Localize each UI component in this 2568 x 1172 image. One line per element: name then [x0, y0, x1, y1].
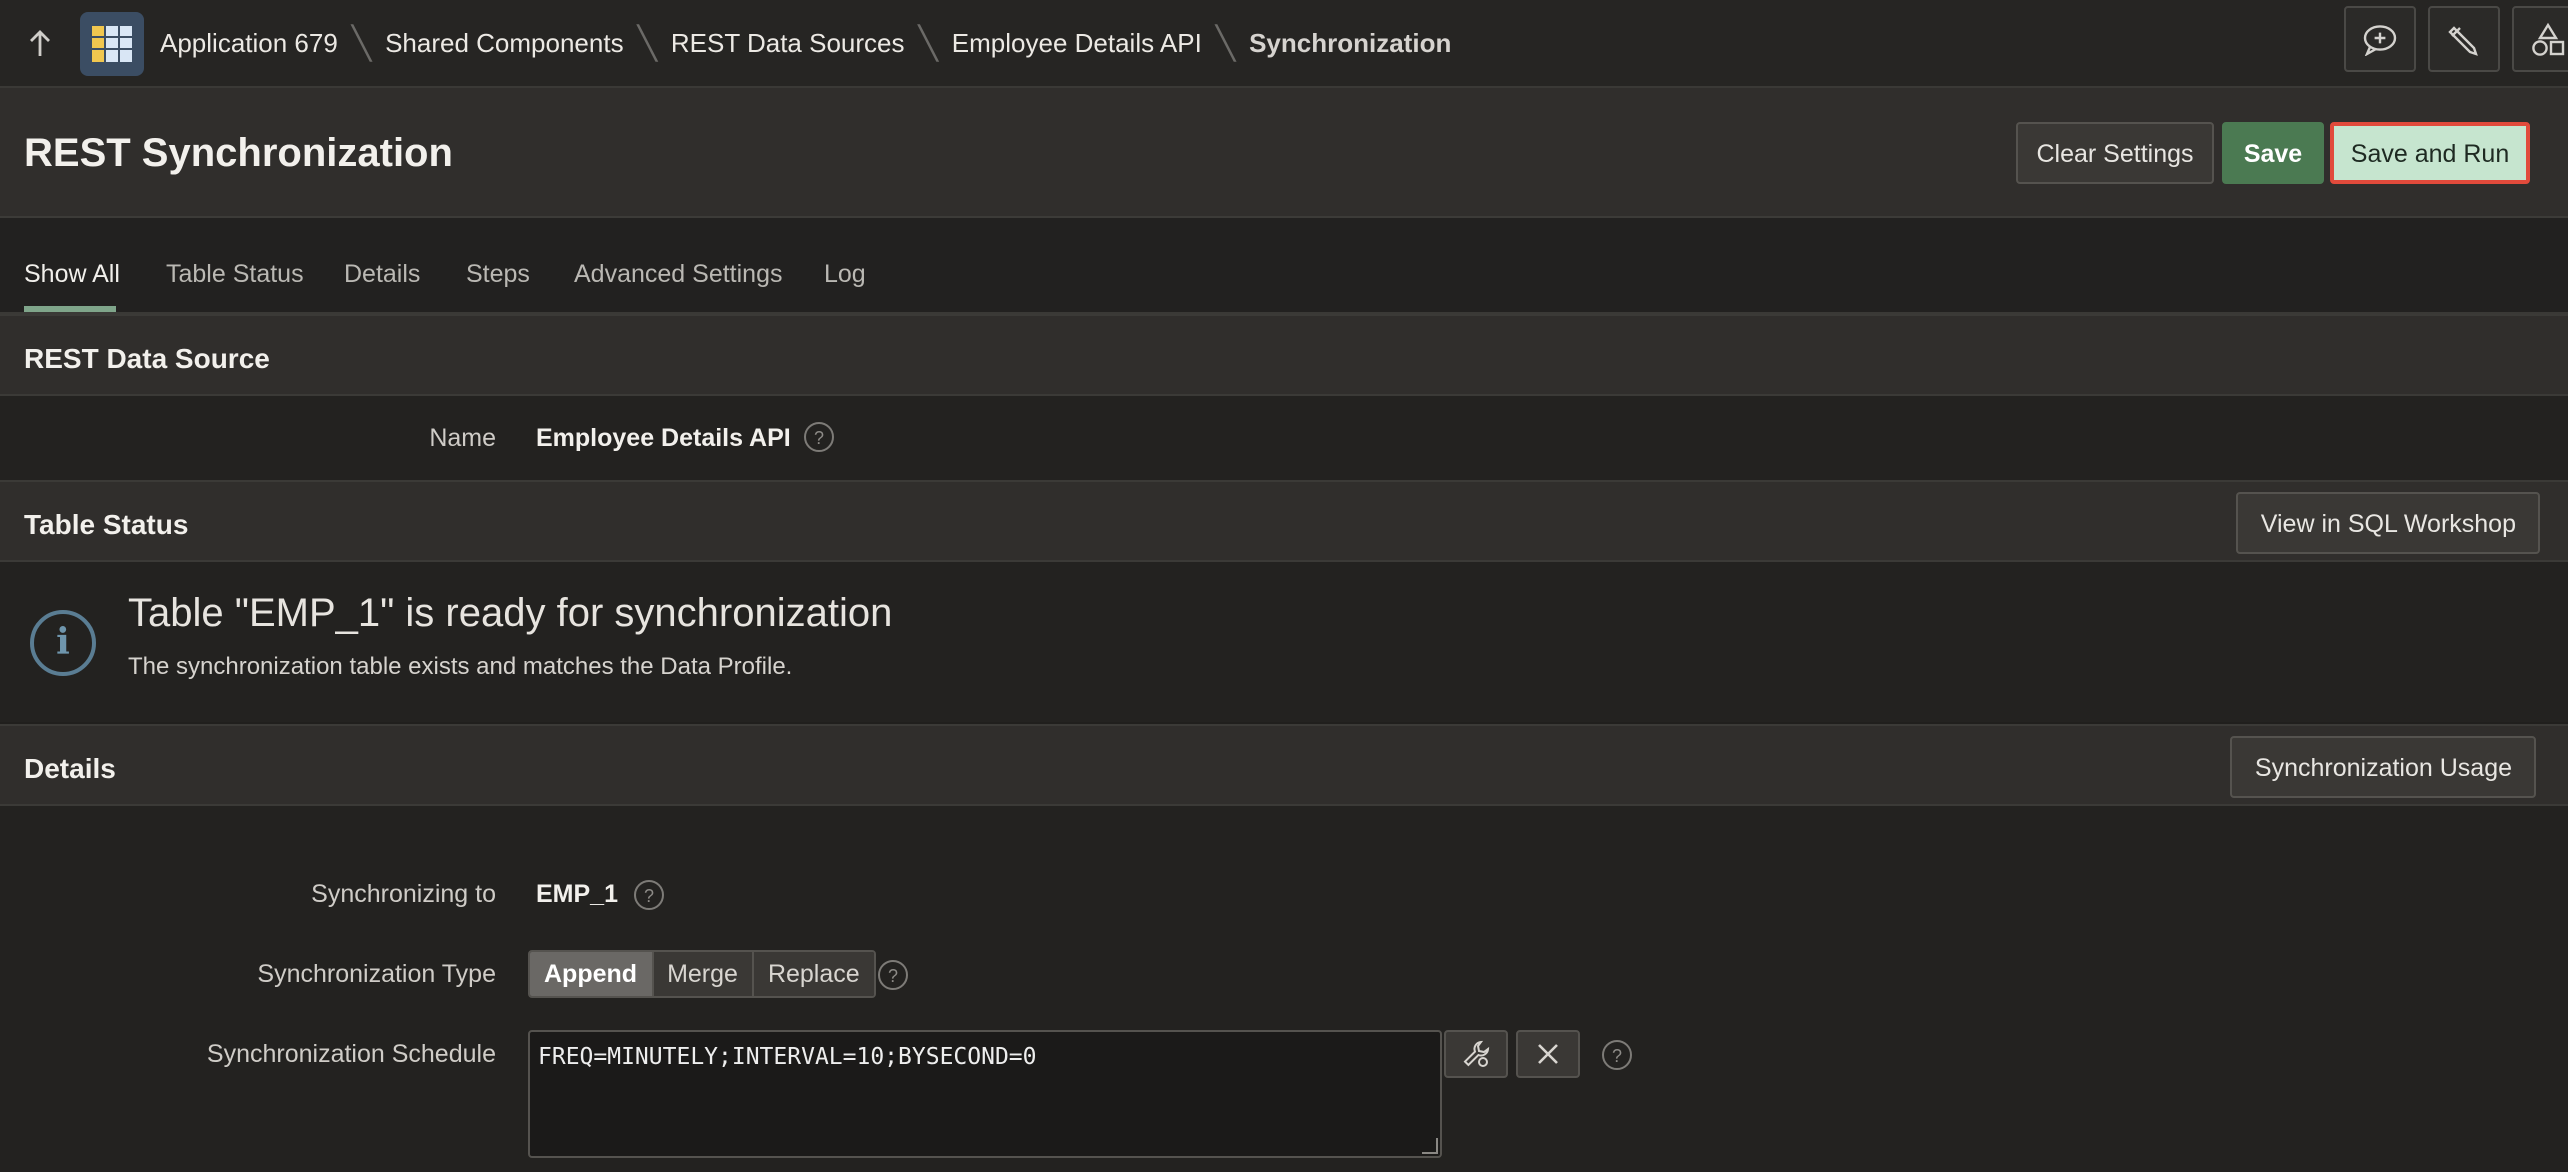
breadcrumb-shared-components[interactable]: Shared Components: [385, 28, 624, 58]
save-and-run-button[interactable]: Save and Run: [2330, 122, 2530, 184]
help-icon[interactable]: ?: [804, 422, 834, 452]
page-header: REST Synchronization Clear Settings Save…: [0, 88, 2568, 218]
clear-settings-button[interactable]: Clear Settings: [2016, 122, 2214, 184]
tab-bar: Show All Table Status Details Steps Adva…: [0, 218, 2568, 314]
details-region-header: Details Synchronization Usage: [0, 724, 2568, 806]
synchronization-schedule-label: Synchronization Schedule: [206, 1040, 496, 1068]
schedule-value: FREQ=MINUTELY;INTERVAL=10;BYSECOND=0: [538, 1042, 1037, 1070]
name-label: Name: [429, 424, 496, 452]
synchronization-schedule-textarea[interactable]: FREQ=MINUTELY;INTERVAL=10;BYSECOND=0: [528, 1030, 1442, 1158]
breadcrumb-employee-details-api[interactable]: Employee Details API: [952, 28, 1202, 58]
wrench-icon[interactable]: [1444, 1030, 1508, 1078]
breadcrumb-current: Synchronization: [1249, 28, 1452, 58]
sync-type-merge-option[interactable]: Merge: [653, 952, 754, 996]
comment-icon[interactable]: [2344, 6, 2416, 72]
tab-details[interactable]: Details: [344, 260, 420, 288]
up-arrow-icon[interactable]: [0, 0, 80, 87]
clear-close-icon[interactable]: [1516, 1030, 1580, 1078]
tab-advanced-settings[interactable]: Advanced Settings: [574, 260, 783, 288]
details-title: Details: [24, 752, 116, 784]
shapes-icon[interactable]: [2512, 6, 2568, 72]
rest-data-source-title: REST Data Source: [24, 342, 270, 374]
rest-data-source-region-header: REST Data Source: [0, 314, 2568, 396]
sync-type-replace-option[interactable]: Replace: [753, 952, 874, 996]
table-status-title: Table Status: [24, 508, 189, 540]
table-status-region-body: i Table "EMP_1" is ready for synchroniza…: [0, 562, 2568, 722]
breadcrumb-rest-data-sources[interactable]: REST Data Sources: [671, 28, 905, 58]
name-value: Employee Details API: [536, 424, 791, 452]
top-navigation-bar: Application 679 ╲ Shared Components ╲ RE…: [0, 0, 2568, 88]
status-message-description: The synchronization table exists and mat…: [128, 652, 793, 680]
tab-table-status[interactable]: Table Status: [166, 260, 304, 288]
tab-log[interactable]: Log: [824, 260, 866, 288]
synchronization-type-selector: Append Merge Replace: [528, 950, 876, 998]
synchronization-type-label: Synchronization Type: [257, 960, 496, 988]
rest-data-source-region-body: Name Employee Details API ?: [0, 396, 2568, 480]
breadcrumb-separator: ╲: [918, 27, 938, 61]
tab-steps[interactable]: Steps: [466, 260, 530, 288]
help-icon[interactable]: ?: [878, 960, 908, 990]
breadcrumb-application[interactable]: Application 679: [160, 28, 338, 58]
info-icon: i: [30, 610, 96, 676]
breadcrumb-separator: ╲: [1215, 27, 1236, 61]
tab-show-all[interactable]: Show All: [24, 260, 120, 288]
status-message-title: Table "EMP_1" is ready for synchronizati…: [128, 592, 893, 636]
view-in-sql-workshop-button[interactable]: View in SQL Workshop: [2236, 492, 2540, 554]
breadcrumb-separator: ╲: [637, 27, 657, 61]
sync-type-append-option[interactable]: Append: [530, 952, 654, 996]
save-button[interactable]: Save: [2222, 122, 2324, 184]
application-icon[interactable]: [80, 11, 144, 75]
breadcrumb-separator: ╲: [351, 27, 372, 61]
synchronization-usage-button[interactable]: Synchronization Usage: [2230, 736, 2536, 798]
synchronizing-to-value: EMP_1: [536, 880, 618, 908]
help-icon[interactable]: ?: [634, 880, 664, 910]
active-tab-indicator: [24, 306, 116, 312]
table-status-region-header: Table Status View in SQL Workshop: [0, 480, 2568, 562]
resize-handle[interactable]: [1422, 1138, 1438, 1154]
edit-pencil-icon[interactable]: [2428, 6, 2500, 72]
top-actions: [2344, 6, 2568, 72]
breadcrumb: Application 679 ╲ Shared Components ╲ RE…: [160, 23, 1451, 63]
synchronizing-to-label: Synchronizing to: [311, 880, 496, 908]
help-icon[interactable]: ?: [1602, 1040, 1632, 1070]
page-title: REST Synchronization: [24, 132, 453, 176]
